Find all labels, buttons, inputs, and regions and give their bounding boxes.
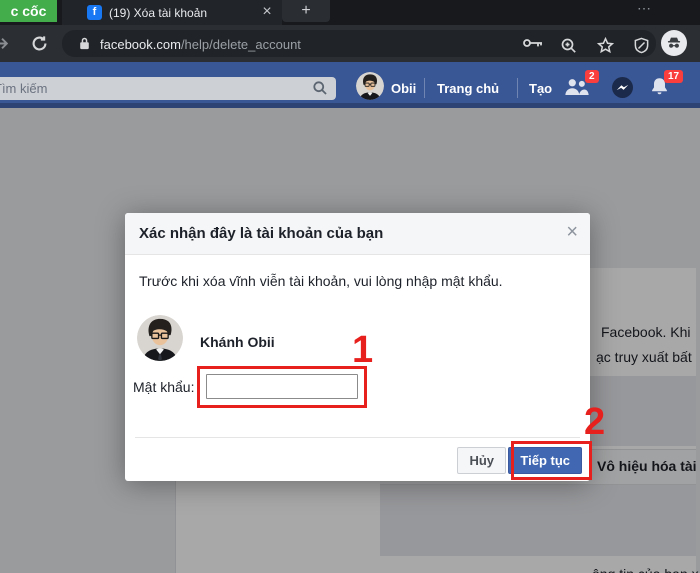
friend-requests-badge: 2	[585, 70, 599, 83]
notifications-badge: 17	[664, 70, 683, 83]
header-profile-link[interactable]: Obii	[391, 81, 416, 96]
search-input[interactable]	[0, 77, 336, 100]
coccoc-logo: c cốc	[0, 0, 57, 22]
lock-icon[interactable]	[78, 36, 91, 51]
nav-home-link[interactable]: Trang chủ	[437, 81, 499, 96]
search-icon[interactable]	[312, 80, 328, 96]
annotation-number-1: 1	[352, 330, 373, 370]
url-path: /help/delete_account	[181, 37, 301, 52]
dialog-divider	[135, 437, 580, 438]
header-divider	[517, 78, 518, 98]
bookmark-star-icon[interactable]	[597, 37, 614, 54]
annotation-box-step2	[511, 441, 592, 480]
header-divider	[424, 78, 425, 98]
account-name: Khánh Obii	[200, 334, 275, 350]
annotation-number-2: 2	[584, 402, 605, 442]
adblock-shield-icon[interactable]	[633, 37, 650, 54]
url-text[interactable]: facebook.com/help/delete_account	[100, 37, 301, 52]
forward-icon[interactable]	[0, 35, 10, 52]
tab-close-icon[interactable]: ×	[258, 3, 276, 21]
annotation-box-step1	[197, 366, 367, 408]
browser-toolbar: facebook.com/help/delete_account	[0, 25, 700, 62]
dialog-body-text: Trước khi xóa vĩnh viễn tài khoản, vui l…	[139, 273, 503, 289]
browser-profile-icon[interactable]	[661, 30, 687, 56]
reload-icon[interactable]	[30, 34, 49, 53]
coccoc-logo-text: c cốc	[11, 3, 47, 19]
messenger-icon[interactable]	[612, 77, 633, 98]
zoom-in-icon[interactable]	[560, 37, 577, 54]
screen: c cốc f (19) Xóa tài khoản × + ⋯ faceboo…	[0, 0, 700, 573]
tab-overflow-menu-icon[interactable]: ⋯	[628, 0, 662, 20]
new-tab-button[interactable]: +	[282, 0, 330, 22]
account-avatar	[137, 315, 183, 361]
url-domain: facebook.com	[100, 37, 181, 52]
header-avatar[interactable]	[356, 72, 384, 100]
facebook-favicon-icon: f	[87, 5, 102, 20]
tab-title: (19) Xóa tài khoản	[109, 6, 254, 20]
nav-create-link[interactable]: Tạo	[529, 81, 552, 96]
dialog-title: Xác nhận đây là tài khoản của bạn	[139, 225, 383, 242]
cancel-button[interactable]: Hủy	[457, 447, 506, 474]
password-label: Mật khẩu:	[133, 374, 194, 400]
password-key-icon[interactable]	[522, 37, 544, 49]
close-icon[interactable]: ×	[566, 221, 578, 243]
browser-tab-bar: c cốc f (19) Xóa tài khoản × + ⋯	[0, 0, 700, 25]
